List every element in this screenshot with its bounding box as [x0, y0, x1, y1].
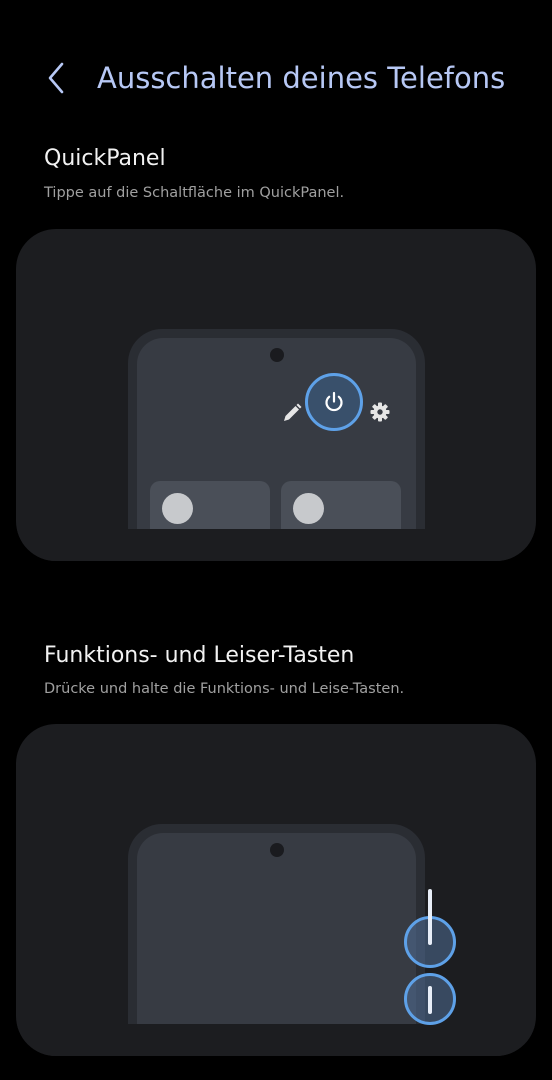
chevron-left-icon: [34, 56, 78, 100]
gear-icon: [369, 401, 391, 423]
side-key-highlight[interactable]: [404, 889, 456, 968]
card-bottom-edge: [16, 529, 536, 561]
page-title: Ausschalten deines Telefons: [97, 61, 506, 95]
back-button[interactable]: [34, 56, 78, 100]
power-button[interactable]: [305, 373, 363, 431]
section-description-quickpanel: Tippe auf die Schaltfläche im QuickPanel…: [44, 185, 345, 201]
camera-dot: [270, 843, 284, 857]
phone-illustration: [128, 329, 425, 561]
quick-tile-icon: [162, 493, 193, 524]
app-header: Ausschalten deines Telefons: [0, 40, 552, 120]
quickpanel-illustration-card: [16, 229, 536, 561]
side-keys-illustration-card: [16, 724, 536, 1056]
quick-tile-icon: [293, 493, 324, 524]
phone-illustration: [128, 824, 425, 1056]
card-bottom-edge: [16, 1024, 536, 1056]
section-title-side-keys: Funktions- und Leiser-Tasten: [44, 643, 355, 668]
section-description-side-keys: Drücke und halte die Funktions- und Leis…: [44, 681, 405, 697]
pencil-icon: [281, 402, 303, 424]
section-title-quickpanel: QuickPanel: [44, 146, 166, 171]
volume-down-key-icon: [428, 986, 432, 1014]
volume-down-key-highlight[interactable]: [404, 973, 456, 1025]
side-key-icon: [428, 889, 432, 945]
phone-screen: [137, 338, 416, 561]
phone-screen: [137, 833, 416, 1056]
camera-dot: [270, 348, 284, 362]
